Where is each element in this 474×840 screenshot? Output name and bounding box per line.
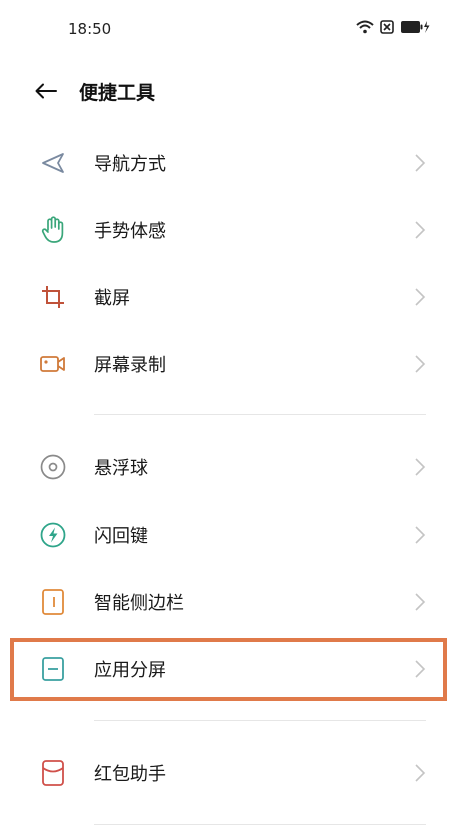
chevron-right-icon — [415, 593, 426, 611]
menu-item-navigation[interactable]: 导航方式 — [0, 130, 474, 196]
status-bar: 18:50 — [0, 0, 474, 58]
sim-off-icon — [380, 20, 394, 34]
menu-item-screenshot[interactable]: 截屏 — [0, 264, 474, 330]
menu-item-smart-sidebar[interactable]: 智能侧边栏 — [0, 569, 474, 635]
sidebar-icon — [38, 587, 68, 617]
menu-item-red-envelope[interactable]: 红包助手 — [0, 740, 474, 806]
chevron-right-icon — [415, 764, 426, 782]
header: 便捷工具 — [0, 70, 474, 112]
menu-item-label: 手势体感 — [94, 221, 166, 242]
back-arrow-icon — [35, 83, 57, 99]
menu-item-screen-record[interactable]: 屏幕录制 — [0, 331, 474, 397]
menu-item-label: 屏幕录制 — [94, 355, 166, 376]
menu-item-label: 截屏 — [94, 288, 130, 309]
menu-item-gesture[interactable]: 手势体感 — [0, 197, 474, 263]
chevron-right-icon — [415, 154, 426, 172]
status-time: 18:50 — [68, 20, 112, 38]
red-envelope-icon — [38, 758, 68, 788]
flash-back-icon — [38, 520, 68, 550]
menu-item-flash-back[interactable]: 闪回键 — [0, 502, 474, 568]
battery-charging-icon — [401, 21, 430, 33]
menu-item-label: 导航方式 — [94, 154, 166, 175]
navigation-arrow-icon — [38, 148, 68, 178]
chevron-right-icon — [415, 288, 426, 306]
menu-item-floating-ball[interactable]: 悬浮球 — [0, 434, 474, 500]
chevron-right-icon — [415, 458, 426, 476]
menu-item-label: 红包助手 — [94, 764, 166, 785]
section-divider — [94, 414, 426, 415]
back-button[interactable] — [30, 76, 62, 106]
menu-item-label: 悬浮球 — [94, 458, 148, 479]
page-title: 便捷工具 — [79, 82, 156, 104]
chevron-right-icon — [415, 221, 426, 239]
chevron-right-icon — [415, 355, 426, 373]
video-camera-icon — [38, 349, 68, 379]
section-divider — [94, 824, 426, 825]
floating-ball-icon — [38, 452, 68, 482]
hand-gesture-icon — [38, 215, 68, 245]
status-icons — [356, 20, 430, 34]
wifi-icon — [356, 20, 374, 34]
chevron-right-icon — [415, 526, 426, 544]
section-divider — [94, 720, 426, 721]
menu-item-label: 智能侧边栏 — [94, 593, 184, 614]
highlight-box — [10, 638, 447, 701]
menu-item-label: 闪回键 — [94, 526, 148, 547]
crop-icon — [38, 282, 68, 312]
